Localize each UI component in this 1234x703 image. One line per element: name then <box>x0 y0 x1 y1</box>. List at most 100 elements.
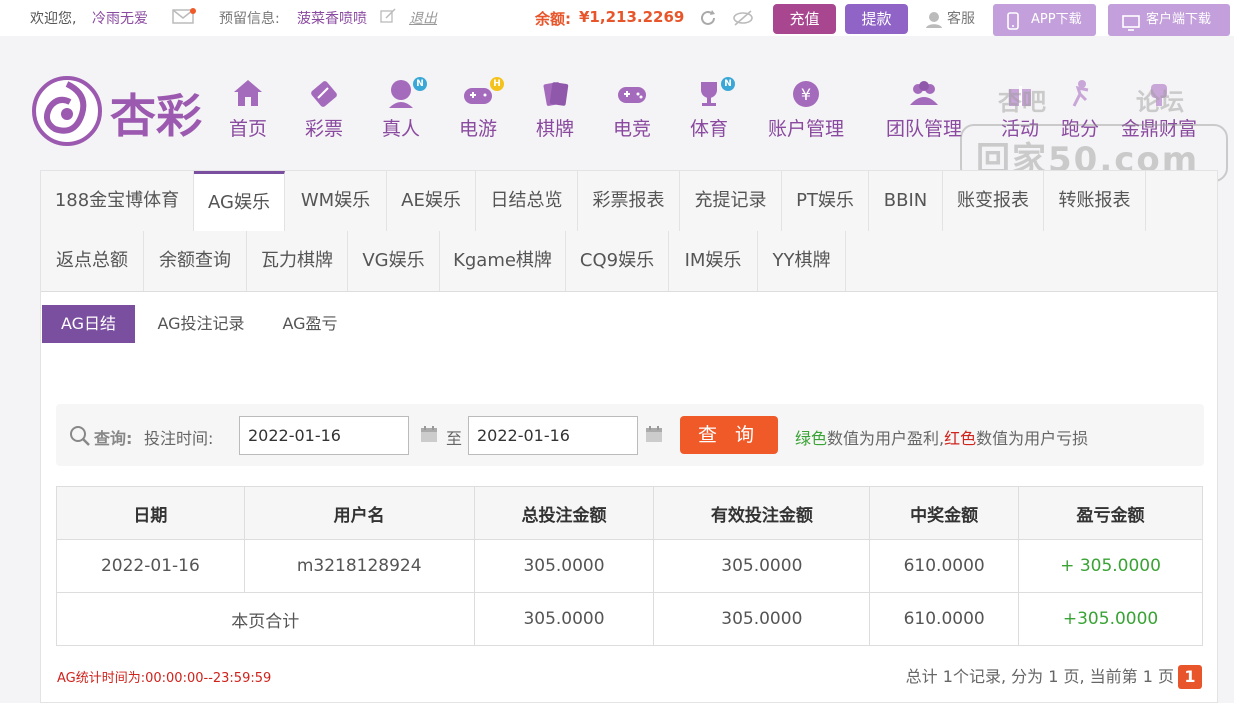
nav-label: 首页 <box>228 118 267 140</box>
total-bet: 305.0000 <box>473 592 655 646</box>
subtab-ag-bet-records[interactable]: AG投注记录 <box>141 305 261 343</box>
tab-bbin[interactable]: BBIN <box>869 171 943 231</box>
pagination: 总计 1个记录, 分为 1 页, 当前第 1 页1 <box>906 663 1202 689</box>
svg-text:¥: ¥ <box>801 85 811 104</box>
nav-label: 电游 <box>458 118 497 140</box>
tab-vg-entertainment[interactable]: VG娱乐 <box>348 231 440 291</box>
pagination-summary: 总计 1个记录, 分为 1 页, 当前第 1 页 <box>905 667 1174 686</box>
tab-daily-overview[interactable]: 日结总览 <box>476 171 578 231</box>
forum-watermark: 杏吧 论坛 回家50.com <box>958 82 1228 182</box>
calendar-icon[interactable] <box>645 425 663 443</box>
subtab-ag-daily[interactable]: AG日结 <box>42 305 135 343</box>
cards-icon <box>535 74 575 114</box>
client-download-button[interactable]: 客户端下载 <box>1108 4 1230 36</box>
logout-link[interactable]: 退出 <box>409 8 437 28</box>
nav-esports[interactable]: 电竞 <box>610 74 654 141</box>
calendar-icon[interactable] <box>420 425 438 443</box>
customer-service-link[interactable]: 客服 <box>947 8 975 28</box>
welcome-text: 欢迎您, <box>30 11 77 27</box>
mail-icon[interactable] <box>172 8 196 28</box>
tab-lottery-report[interactable]: 彩票报表 <box>578 171 680 231</box>
withdraw-button[interactable]: 提款 <box>845 4 908 34</box>
tab-cq9-entertainment[interactable]: CQ9娱乐 <box>566 231 669 291</box>
refresh-icon[interactable] <box>698 8 718 32</box>
tab-yy-chess[interactable]: YY棋牌 <box>758 231 846 291</box>
nav-team-management[interactable]: 团队管理 <box>882 74 966 141</box>
recharge-button[interactable]: 充值 <box>773 4 836 34</box>
eye-hidden-icon[interactable] <box>732 9 754 31</box>
cell-valid-bet: 305.0000 <box>653 539 871 593</box>
nav-label: 真人 <box>381 118 420 140</box>
tab-kgame-chess[interactable]: Kgame棋牌 <box>440 231 566 291</box>
reserved-info-label: 预留信息: <box>219 11 280 27</box>
nav-chess-cards[interactable]: 棋牌 <box>533 74 577 141</box>
tab-pt-entertainment[interactable]: PT娱乐 <box>782 171 869 231</box>
nav-label: 棋牌 <box>535 118 574 140</box>
gamepad-icon: H <box>458 74 504 114</box>
query-button[interactable]: 查 询 <box>680 416 778 454</box>
esports-controller-icon <box>612 74 652 114</box>
top-bar: 欢迎您, 冷雨无爱 预留信息: 菠菜香喷喷 退出 余额: ¥1,213.2269… <box>0 0 1234 36</box>
nav-sports[interactable]: N 体育 <box>687 74 735 141</box>
logo-text: 杏彩 <box>110 89 202 143</box>
nav-live[interactable]: N 真人 <box>379 74 427 141</box>
nav-lottery[interactable]: 彩票 <box>302 74 346 141</box>
username-link[interactable]: 冷雨无爱 <box>92 8 148 28</box>
tab-188jinbaobo[interactable]: 188金宝博体育 <box>41 171 194 231</box>
subtab-ag-profit-loss[interactable]: AG盈亏 <box>269 305 351 343</box>
reserved-info-value: 菠菜香喷喷 <box>297 11 367 27</box>
home-icon <box>228 74 268 114</box>
page-number-button[interactable]: 1 <box>1178 665 1202 689</box>
table-header-row: 日期 用户名 总投注金额 有效投注金额 中奖金额 盈亏金额 <box>56 486 1203 540</box>
cell-total-bet: 305.0000 <box>473 539 655 593</box>
total-valid-bet: 305.0000 <box>653 592 871 646</box>
tab-balance-change-report[interactable]: 账变报表 <box>943 171 1044 231</box>
client-download-label: 客户端下载 <box>1146 12 1212 27</box>
hot-badge: H <box>490 77 504 91</box>
total-label: 本页合计 <box>56 592 475 646</box>
tab-rebate-total[interactable]: 返点总额 <box>41 231 144 291</box>
team-icon <box>904 74 944 114</box>
cell-date: 2022-01-16 <box>56 539 245 593</box>
watermark-line1: 杏吧 <box>998 88 1046 116</box>
total-profit-loss: +305.0000 <box>1018 592 1203 646</box>
main-header: 杏彩 首页 彩票 N 真人 H 电游 棋牌 电竞 N 体育 ¥ 账户管理 团队管… <box>0 36 1234 182</box>
tab-ag-entertainment[interactable]: AG娱乐 <box>194 171 285 231</box>
to-label: 至 <box>446 429 463 448</box>
query-bar: 查询: 投注时间: 2022-01-16 至 2022-01-16 查 询 绿色… <box>56 404 1204 466</box>
edit-icon[interactable] <box>380 8 396 28</box>
col-date: 日期 <box>56 486 245 540</box>
daily-report-table: 日期 用户名 总投注金额 有效投注金额 中奖金额 盈亏金额 2022-01-16… <box>56 486 1203 646</box>
trophy-icon: N <box>689 74 735 114</box>
tab-deposit-withdraw-records[interactable]: 充提记录 <box>680 171 782 231</box>
app-download-button[interactable]: APP下载 <box>993 4 1096 36</box>
site-logo[interactable]: 杏彩 <box>30 74 214 148</box>
nav-home[interactable]: 首页 <box>226 74 270 141</box>
new-badge: N <box>721 77 735 91</box>
tab-transfer-report[interactable]: 转账报表 <box>1044 171 1146 231</box>
tab-ae-entertainment[interactable]: AE娱乐 <box>387 171 476 231</box>
tab-im-entertainment[interactable]: IM娱乐 <box>669 231 758 291</box>
new-badge: N <box>413 77 427 91</box>
report-tabs: 188金宝博体育 AG娱乐 WM娱乐 AE娱乐 日结总览 彩票报表 充提记录 P… <box>41 171 1217 292</box>
app-download-label: APP下载 <box>1031 12 1082 27</box>
legend-green: 绿色 <box>795 429 828 448</box>
tab-wali-chess[interactable]: 瓦力棋牌 <box>247 231 348 291</box>
nav-account-management[interactable]: ¥ 账户管理 <box>764 74 848 141</box>
lottery-ticket-icon <box>304 74 344 114</box>
end-date-input[interactable]: 2022-01-16 <box>468 416 638 455</box>
col-total-bet: 总投注金额 <box>473 486 655 540</box>
tab-balance-query[interactable]: 余额查询 <box>144 231 247 291</box>
nav-label: 彩票 <box>304 118 343 140</box>
search-icon <box>69 425 91 451</box>
nav-egame[interactable]: H 电游 <box>456 74 504 141</box>
legend-red: 红色 <box>944 429 977 448</box>
table-row: 2022-01-16 m3218128924 305.0000 305.0000… <box>56 539 1203 593</box>
tab-wm-entertainment[interactable]: WM娱乐 <box>285 171 387 231</box>
bet-time-label: 投注时间: <box>144 429 214 448</box>
yen-coin-icon: ¥ <box>786 74 826 114</box>
nav-label: 账户管理 <box>767 118 844 140</box>
customer-service-icon[interactable] <box>924 9 944 33</box>
start-date-input[interactable]: 2022-01-16 <box>239 416 409 455</box>
col-valid-bet: 有效投注金额 <box>653 486 871 540</box>
